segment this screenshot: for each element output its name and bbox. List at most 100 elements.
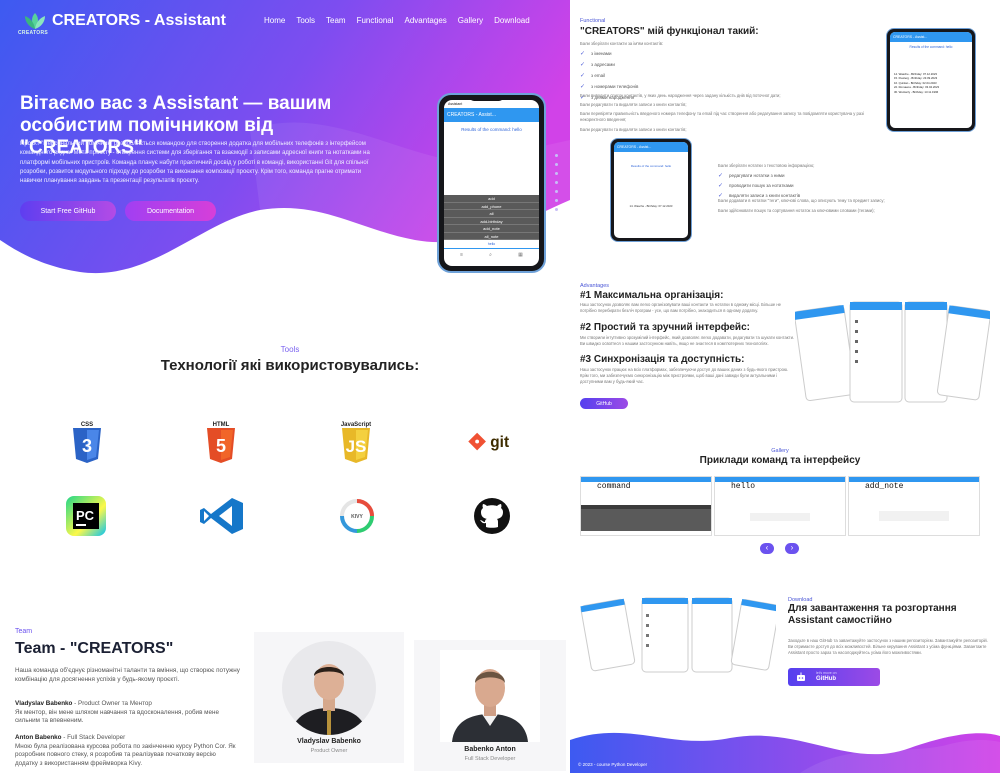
section-dot[interactable] [555,172,558,175]
gallery-card[interactable]: add_note [848,476,980,536]
download-github-button[interactable]: let's move on GitHub [788,668,880,686]
start-github-button[interactable]: Start Free GitHub [20,201,116,221]
member-bio-role: - Full Stack Developer [61,734,126,741]
download-button-label: GitHub [816,676,836,682]
check-item: з адресами [580,61,638,68]
gallery-label: Gallery [771,448,789,454]
download-text: Заходьте в наш GitHub та завантажуйте за… [788,638,988,655]
functional-p3: Бали перевіряти правильність введеного н… [580,111,864,122]
phone-input[interactable]: hello [444,240,539,249]
member-name: Babenko Anton [464,746,516,753]
phone-result-text: Results of the command: hello [909,45,953,49]
functional-p6: Бали здійснювати пошук та сортування нот… [718,208,875,213]
phone-appbar: CREATORS - Assist... [444,108,539,122]
logo-text: CREATORS [18,30,48,36]
section-dot[interactable] [555,199,558,202]
member-bio-role: - Product Owner та Ментор [72,700,152,707]
brand-title[interactable]: CREATORS - Assistant [52,12,226,30]
phone-result-text: Results of the command: hello [461,127,522,132]
section-dot[interactable] [555,163,558,166]
nav-team[interactable]: Team [326,16,346,25]
nav-advantages[interactable]: Advantages [405,16,447,25]
svg-text:JS: JS [346,437,367,456]
menu-icon[interactable]: ≡ [460,252,463,258]
phone-appbar: CREATORS - Assist... [890,32,972,42]
command-item[interactable]: add_note [444,225,539,233]
pycharm-icon: PC [62,492,110,540]
member-bio-2: Anton Babenko - Full Stack Developer Мно… [15,734,240,768]
advantage-title: #1 Максимальна організація: [580,290,724,301]
gallery-command-text: hello [731,482,756,491]
section-dot[interactable] [555,208,558,211]
functional-p1: Бали виводити список контактів, у яких д… [580,93,781,98]
advantage-text: Ми створили інтуїтивно зрозумілий інтерф… [580,335,795,346]
footer-copyright: © 2023 - course Python Developer [578,762,648,767]
hero-description: Проєкт "Персональний помічник" розробляє… [20,141,370,185]
vscode-icon [198,492,246,540]
nav-gallery[interactable]: Gallery [458,16,483,25]
member-bio-text: Мною була реалізована курсова робота по … [15,742,236,767]
nav-tools[interactable]: Tools [296,16,315,25]
git-icon: git [468,418,516,466]
svg-text:5: 5 [216,436,226,456]
functional-phone-2: CREATORS - Assist... Results of the comm… [610,138,692,242]
keyboard-icon[interactable]: ▦ [518,252,523,258]
member-bio-name: Anton Babenko [15,734,62,741]
command-item[interactable]: add-birthday [444,217,539,225]
nav-functional[interactable]: Functional [357,16,394,25]
command-item[interactable]: add_phone [444,202,539,210]
team-intro: Наша команда об'єднує різноманітні талан… [15,667,240,683]
download-button-caption: let's move on [816,671,837,675]
member-bio-name: Vladyslav Babenko [15,700,73,707]
javascript-icon: JavaScript JS [332,418,380,466]
svg-text:3: 3 [82,436,92,456]
gallery-next-button[interactable]: › [785,543,799,554]
hero-phone-mockup: Assistant CREATORS - Assist... Results o… [437,93,546,273]
phone-bottom-bar: ≡ ⌕ ▦ [444,249,539,261]
functional-title: "CREATORS" мій функціонал такий: [580,26,759,37]
phone-result-text: Results of the command: hello [630,164,672,168]
css3-badge-text: CSS [81,422,93,428]
functional-phone-1: CREATORS - Assist... Results of the comm… [886,28,976,132]
phone-contact-list: 14. Wasche - Birthday: 07.12.2023 15. Pe… [890,52,972,94]
html5-badge-text: HTML [213,422,230,428]
command-item[interactable]: add [444,195,539,203]
search-icon[interactable]: ⌕ [489,252,492,258]
tools-title: Технології які використовувались: [160,357,420,374]
section-dot[interactable] [555,190,558,193]
member-card-2: Babenko Anton Full Stack Developer [414,640,566,771]
member-name: Vladyslav Babenko [297,738,361,745]
section-dots [555,154,558,211]
css3-icon: CSS 3 [63,418,111,466]
functional-p2: Бали редагувати та видаляти записи з кни… [580,102,687,107]
section-dot[interactable] [555,154,558,157]
advantages-github-button[interactable]: GitHub [580,398,628,409]
kivy-badge-text: KIVY [351,514,363,520]
phone-screen: Assistant CREATORS - Assist... Results o… [444,100,539,266]
gallery-title: Приклади команд та інтерфейсу [699,455,861,466]
member-card-1: Vladyslav Babenko Product Owner [254,632,404,763]
check-item: з email [580,72,638,79]
gallery-card[interactable]: hello [714,476,846,536]
member-bio-text: Як ментор, він мене шляхом навчання та в… [15,708,219,725]
phone-appbar-title: CREATORS - Assist... [447,112,496,118]
member-role: Product Owner [310,748,348,754]
kivy-icon: KIVY [333,492,381,540]
advantage-title: #3 Синхронізація та доступність: [580,354,745,365]
gallery-command-text: command [597,482,631,491]
documentation-button[interactable]: Documentation [125,201,216,221]
github-icon [468,492,516,540]
contact-row: 30. Wockerly - Birthday: 13.11.1996 [894,89,939,94]
section-dot[interactable] [555,181,558,184]
command-item[interactable]: all [444,210,539,218]
phone-appbar-title: CREATORS - Assist... [893,35,928,39]
tools-label: Tools [280,345,300,354]
main-nav: Home Tools Team Functional Advantages Ga… [264,16,530,25]
command-item[interactable]: all_note [444,232,539,240]
nav-download[interactable]: Download [494,16,530,25]
gallery-prev-button[interactable]: ‹ [760,543,774,554]
member-photo [440,650,540,742]
advantages-phones-illustration [795,301,990,403]
nav-home[interactable]: Home [264,16,285,25]
gallery-card[interactable]: command [580,476,712,536]
